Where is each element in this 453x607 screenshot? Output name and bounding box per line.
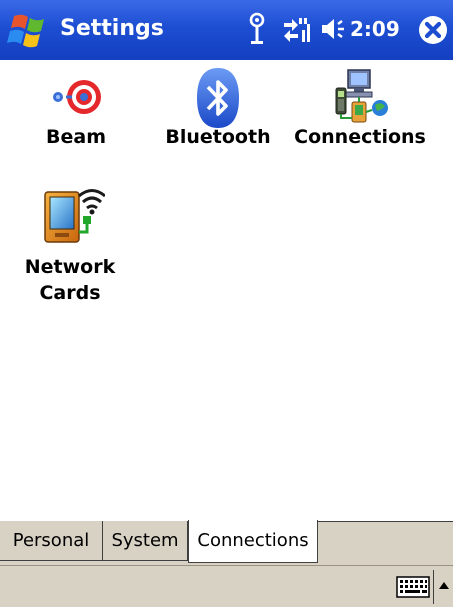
antenna-icon[interactable] [246,12,268,46]
connections-item[interactable]: Connections [288,66,432,156]
menu-separator [433,570,434,604]
speaker-icon[interactable] [320,15,350,43]
bluetooth-label: Bluetooth [165,126,271,148]
network-cards-label-line1: Network [24,256,116,278]
beam-icon [44,72,108,122]
connectivity-arrows-icon[interactable] [282,14,314,44]
connections-icon [328,68,392,126]
start-menu-button[interactable] [6,10,52,50]
tab-strip: Personal System Connections [0,520,453,565]
beam-label: Beam [46,126,106,148]
network-card-icon [35,184,106,250]
network-cards-label-line2: Cards [39,282,101,304]
close-button[interactable] [416,13,450,47]
title-bar: Settings 2:09 [0,0,453,60]
network-cards-item[interactable]: Network Cards [14,184,126,304]
beam-item[interactable]: Beam [20,66,132,156]
tab-personal[interactable]: Personal [0,521,103,561]
clock[interactable]: 2:09 [350,15,400,43]
keyboard-icon[interactable] [396,576,430,598]
network-cards-label: Network Cards [14,254,126,306]
up-arrow-icon[interactable] [437,577,451,595]
bluetooth-icon [193,66,243,130]
tab-system[interactable]: System [103,521,188,561]
tab-connections[interactable]: Connections [188,520,318,563]
windows-flag-icon [7,14,44,48]
menu-bar [0,565,453,607]
connections-label: Connections [294,126,426,148]
app-title: Settings [60,16,164,41]
pocket-pc-screen: Settings 2:09 Beam Bluetooth Connections… [0,0,453,607]
close-circle-icon [419,16,447,44]
bluetooth-item[interactable]: Bluetooth [160,66,276,156]
